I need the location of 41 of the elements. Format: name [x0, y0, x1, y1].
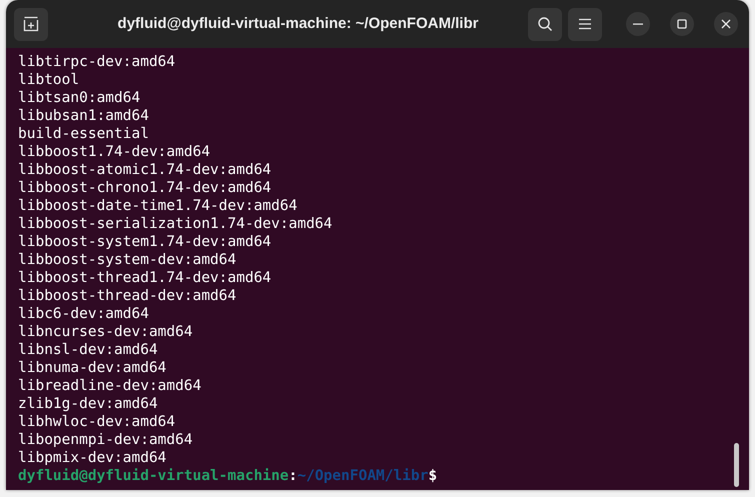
output-line: libnsl-dev:amd64 — [18, 341, 158, 359]
maximize-button[interactable] — [670, 12, 694, 36]
output-line: libreadline-dev:amd64 — [18, 377, 202, 395]
maximize-icon — [677, 19, 687, 29]
output-line: libboost1.74-dev:amd64 — [18, 143, 210, 161]
minimize-button[interactable] — [626, 12, 650, 36]
search-icon — [537, 16, 553, 32]
output-line: libubsan1:amd64 — [18, 107, 149, 125]
output-line: build-essential — [18, 125, 149, 143]
output-line: libtirpc-dev:amd64 — [18, 53, 176, 71]
output-line: libnuma-dev:amd64 — [18, 359, 166, 377]
output-line: libboost-thread-dev:amd64 — [18, 287, 236, 305]
window-title: dyfluid@dyfluid-virtual-machine: ~/OpenFOAM/libr — [116, 14, 480, 34]
output-line: libpmix-dev:amd64 — [18, 449, 166, 467]
output-line: libboost-system-dev:amd64 — [18, 251, 236, 269]
new-tab-icon — [23, 16, 39, 32]
output-line: libboost-date-time1.74-dev:amd64 — [18, 197, 298, 215]
prompt-separator: : — [288, 467, 298, 485]
output-line: libhwloc-dev:amd64 — [18, 413, 176, 431]
output-line: libopenmpi-dev:amd64 — [18, 431, 193, 449]
close-icon — [721, 19, 731, 29]
menu-icon — [578, 18, 592, 30]
output-line: libboost-chrono1.74-dev:amd64 — [18, 179, 272, 197]
output-line: libncurses-dev:amd64 — [18, 323, 193, 341]
prompt-symbol: $ — [428, 467, 438, 485]
output-line: libboost-atomic1.74-dev:amd64 — [18, 161, 272, 179]
prompt-user-host: dyfluid@dyfluid-virtual-machine — [18, 467, 289, 485]
output-line: zlib1g-dev:amd64 — [18, 395, 158, 413]
output-line: libtool — [18, 71, 80, 89]
menu-button[interactable] — [568, 8, 602, 40]
prompt-path: ~/OpenFOAM/libr — [297, 467, 428, 485]
output-line: libc6-dev:amd64 — [18, 305, 149, 323]
output-line: libtsan0:amd64 — [18, 89, 140, 107]
close-button[interactable] — [714, 12, 738, 36]
output-line: libboost-thread1.74-dev:amd64 — [18, 269, 272, 287]
scrollbar-thumb[interactable] — [734, 443, 739, 487]
search-button[interactable] — [528, 8, 562, 40]
output-line: libboost-serialization1.74-dev:amd64 — [18, 215, 332, 233]
new-tab-button[interactable] — [14, 8, 48, 40]
output-line: libboost-system1.74-dev:amd64 — [18, 233, 272, 251]
minimize-icon — [633, 23, 643, 25]
